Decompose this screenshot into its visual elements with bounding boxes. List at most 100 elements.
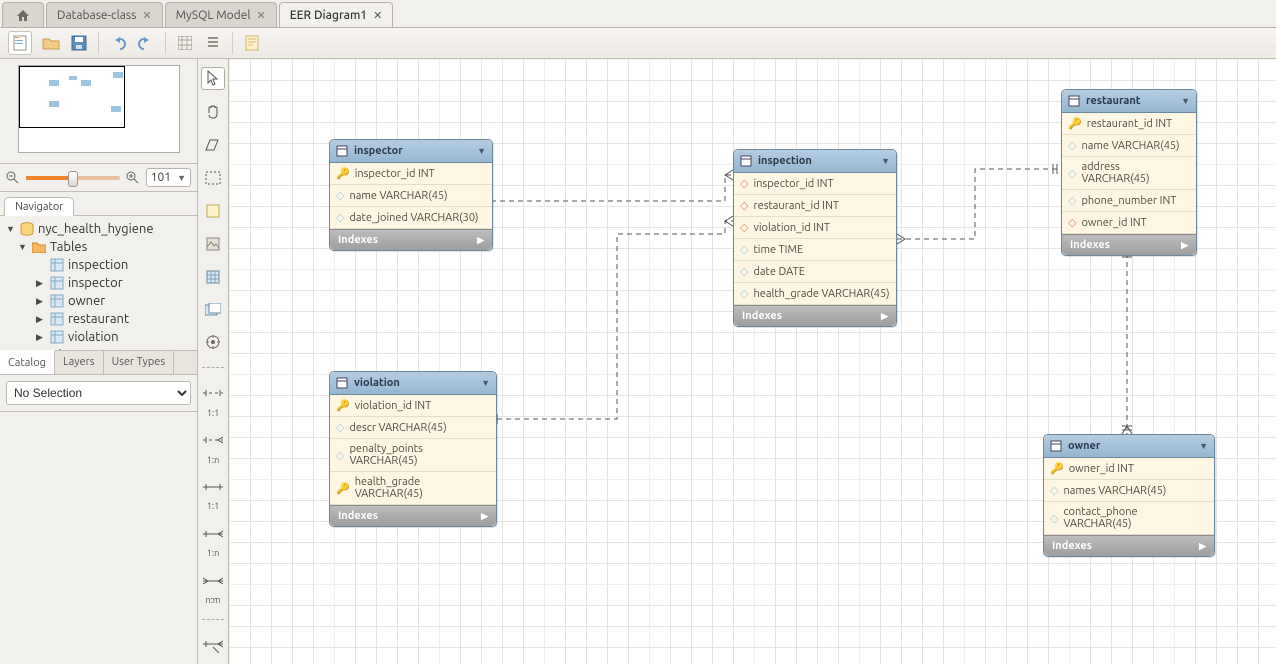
catalog-table-owner[interactable]: ▶ owner <box>2 292 195 310</box>
table-label: owner <box>68 294 105 308</box>
column-icon: ◇ <box>336 421 344 434</box>
layer-tool[interactable] <box>202 168 224 189</box>
entity-inspector[interactable]: inspector▼ 🔑inspector_id INT ◇name VARCH… <box>329 139 493 251</box>
pointer-tool[interactable] <box>201 67 225 90</box>
zoom-value: 101 <box>151 171 171 184</box>
notes-icon[interactable] <box>243 34 261 52</box>
relation-1-n-id-tool[interactable] <box>202 523 224 544</box>
catalog-table-inspector[interactable]: ▶ inspector <box>2 274 195 292</box>
chevron-right-icon[interactable]: ▶ <box>1181 240 1188 251</box>
column: owner_id INT <box>1069 463 1134 475</box>
entity-name: inspector <box>354 145 403 157</box>
column-icon: ◇ <box>1068 194 1076 207</box>
table-icon <box>50 258 64 272</box>
undo-icon[interactable] <box>109 34 127 52</box>
image-tool[interactable] <box>202 233 224 254</box>
entity-restaurant[interactable]: restaurant▼ 🔑restaurant_id INT ◇name VAR… <box>1061 89 1197 256</box>
table-icon <box>740 155 752 167</box>
zoom-input[interactable]: 101 ▼ <box>146 168 191 187</box>
expand-icon[interactable]: ▶ <box>36 296 46 307</box>
open-file-icon[interactable] <box>42 34 60 52</box>
tab-mysql-model[interactable]: MySQL Model ✕ <box>165 2 277 27</box>
column: violation_id INT <box>753 222 830 234</box>
entity-inspection[interactable]: inspection▼ ◇inspector_id INT ◇restauran… <box>733 149 897 327</box>
zoom-controls: 101 ▼ <box>0 164 197 192</box>
selection-dropdown[interactable]: No Selection <box>6 381 191 405</box>
entity-violation[interactable]: violation▼ 🔑violation_id INT ◇descr VARC… <box>329 371 497 527</box>
close-icon[interactable]: ✕ <box>256 9 265 22</box>
column-icon: ◇ <box>1050 512 1058 525</box>
fk-icon: ◇ <box>740 221 748 234</box>
text-tool[interactable] <box>202 201 224 222</box>
tab-catalog[interactable]: Catalog <box>0 350 55 374</box>
chevron-down-icon[interactable]: ▼ <box>1181 96 1190 106</box>
table-label: inspection <box>68 258 128 272</box>
relation-label: 1:1 <box>207 501 219 511</box>
new-table-tool[interactable] <box>202 266 224 287</box>
catalog-node-tables[interactable]: ▼ Tables <box>2 238 195 256</box>
zoom-out-icon[interactable] <box>6 171 20 185</box>
column: owner_id INT <box>1081 217 1146 229</box>
chevron-right-icon[interactable]: ▶ <box>477 235 484 246</box>
navigator-tab[interactable]: Navigator <box>4 197 74 216</box>
relation-1-1-id-tool[interactable] <box>202 477 224 498</box>
new-document-icon[interactable] <box>8 31 32 55</box>
tab-label: Database-class <box>57 9 136 22</box>
column: time TIME <box>753 244 803 256</box>
relation-1-1-nonid-tool[interactable] <box>202 383 224 404</box>
chevron-right-icon[interactable]: ▶ <box>1199 541 1206 552</box>
hand-tool[interactable] <box>202 102 224 123</box>
catalog-table-restaurant[interactable]: ▶restaurant <box>2 310 195 328</box>
relation-1-n-nonid-tool[interactable] <box>202 430 224 451</box>
align-icon[interactable] <box>204 34 222 52</box>
minimap-frame[interactable] <box>18 65 180 153</box>
relation-label: 1:n <box>207 455 219 465</box>
chevron-down-icon[interactable]: ▼ <box>481 378 490 388</box>
expand-icon[interactable]: ▶ <box>36 332 46 343</box>
close-icon[interactable]: ✕ <box>142 9 151 22</box>
chevron-down-icon[interactable]: ▼ <box>881 156 890 166</box>
chevron-right-icon[interactable]: ▶ <box>481 511 488 522</box>
entity-owner[interactable]: owner▼ 🔑owner_id INT ◇names VARCHAR(45) … <box>1043 434 1215 557</box>
chevron-down-icon[interactable]: ▼ <box>1199 441 1208 451</box>
catalog-table-inspection[interactable]: inspection <box>2 256 195 274</box>
chevron-down-icon[interactable]: ▼ <box>477 146 486 156</box>
collapse-icon[interactable]: ▼ <box>6 224 16 234</box>
zoom-slider[interactable] <box>26 176 120 180</box>
collapse-icon[interactable]: ▼ <box>18 242 28 252</box>
tool-palette: 1:1 1:n 1:1 1:n n:m <box>198 59 229 664</box>
chevron-down-icon[interactable]: ▼ <box>177 173 186 183</box>
indexes-label: Indexes <box>338 234 378 246</box>
tab-user-types[interactable]: User Types <box>104 351 175 374</box>
column: date DATE <box>753 266 804 278</box>
catalog-tree: ▼ nyc_health_hygiene ▼ Tables inspection… <box>0 216 197 350</box>
column: health_grade VARCHAR(45) <box>355 476 490 500</box>
relation-n-m-tool[interactable] <box>202 570 224 591</box>
home-tab[interactable] <box>2 2 44 27</box>
expand-icon[interactable]: ▶ <box>36 314 46 325</box>
new-view-tool[interactable] <box>202 299 224 320</box>
grid-icon[interactable] <box>176 34 194 52</box>
table-icon <box>1068 95 1080 107</box>
tab-eer-diagram[interactable]: EER Diagram1 ✕ <box>279 2 394 27</box>
table-label: inspector <box>68 276 123 290</box>
close-icon[interactable]: ✕ <box>373 9 382 22</box>
indexes-label: Indexes <box>1052 540 1092 552</box>
zoom-in-icon[interactable] <box>126 171 140 185</box>
diagram-canvas[interactable]: inspector▼ 🔑inspector_id INT ◇name VARCH… <box>229 59 1276 664</box>
routine-group-tool[interactable] <box>202 332 224 353</box>
column: health_grade VARCHAR(45) <box>753 288 889 300</box>
expand-icon[interactable]: ▶ <box>36 278 46 289</box>
db-label: nyc_health_hygiene <box>38 222 154 236</box>
chevron-right-icon[interactable]: ▶ <box>881 311 888 322</box>
place-relation-tool[interactable] <box>202 635 224 656</box>
minimap[interactable] <box>0 59 197 164</box>
catalog-table-violation[interactable]: ▶violation <box>2 328 195 346</box>
eraser-tool[interactable] <box>202 135 224 156</box>
tab-layers[interactable]: Layers <box>55 351 104 374</box>
indexes-label: Indexes <box>338 510 378 522</box>
redo-icon[interactable] <box>137 34 155 52</box>
tab-database-class[interactable]: Database-class ✕ <box>46 2 163 27</box>
save-icon[interactable] <box>70 34 88 52</box>
catalog-node-db[interactable]: ▼ nyc_health_hygiene <box>2 220 195 238</box>
